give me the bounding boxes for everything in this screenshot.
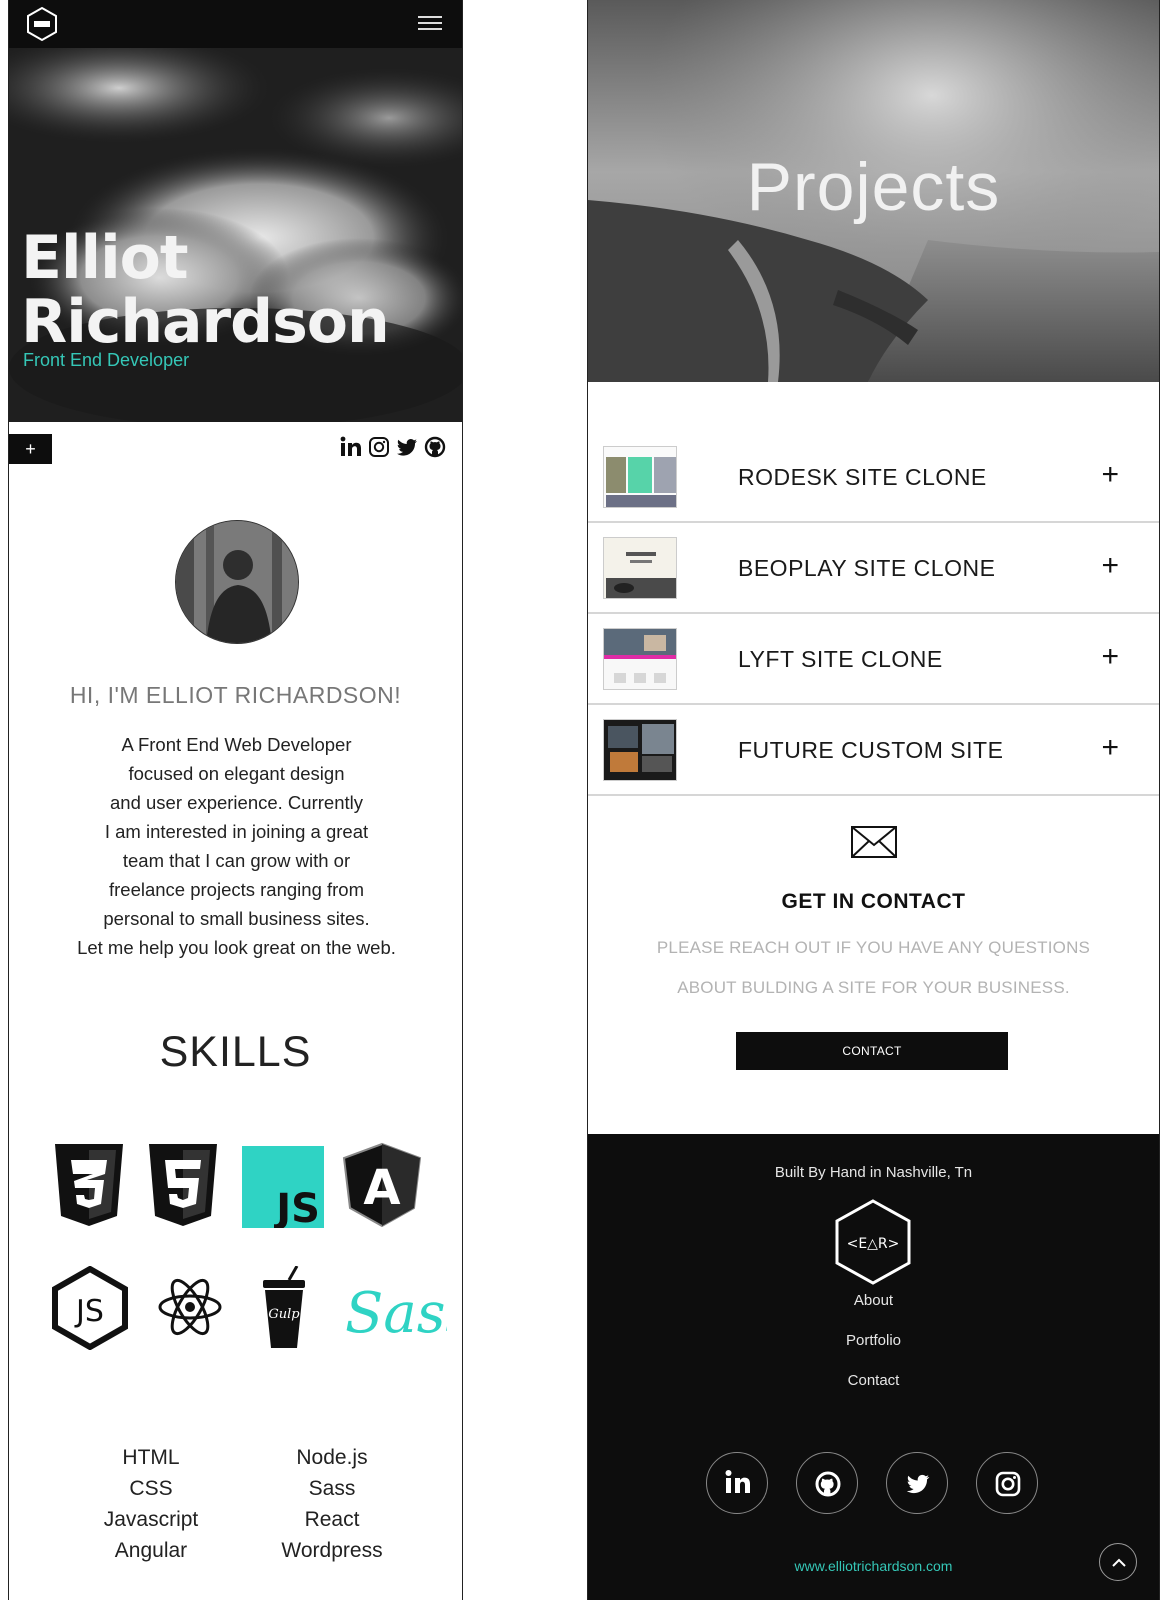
expand-plus-icon[interactable]: + — [1101, 549, 1119, 583]
css3-icon — [55, 1144, 123, 1226]
footer-instagram-button[interactable] — [976, 1452, 1038, 1514]
svg-text:<E△R>: <E△R> — [847, 1236, 900, 1252]
svg-text:A: A — [363, 1160, 400, 1216]
bio-paragraph: A Front End Web Developer focused on ele… — [77, 734, 396, 958]
project-row-beoplay[interactable]: BEOPLAY SITE CLONE + — [588, 523, 1159, 614]
mail-icon — [851, 826, 897, 858]
scroll-to-top-button[interactable] — [1099, 1543, 1137, 1581]
gulp-icon: Gulp — [263, 1266, 305, 1348]
project-thumbnail — [603, 628, 677, 690]
svg-text:Sass: Sass — [345, 1281, 447, 1346]
javascript-icon: JS — [242, 1146, 324, 1228]
expand-plus-icon[interactable]: + — [1101, 640, 1119, 674]
project-title: BEOPLAY SITE CLONE — [738, 555, 996, 581]
twitter-icon — [906, 1474, 930, 1494]
instagram-icon[interactable] — [368, 436, 390, 458]
contact-button[interactable]: CONTACT — [736, 1032, 1008, 1070]
angular-icon: A — [342, 1142, 422, 1228]
github-icon — [815, 1471, 841, 1497]
expand-plus-icon[interactable]: + — [1101, 458, 1119, 492]
chevron-up-icon — [1112, 1558, 1126, 1567]
built-by-text: Built By Hand in Nashville, Tn — [774, 1164, 973, 1181]
footer-linkedin-button[interactable] — [706, 1452, 768, 1514]
logo-icon[interactable]: <E△R> — [834, 1198, 912, 1286]
hero-name: Elliot Richardson — [21, 223, 390, 357]
avatar — [175, 520, 299, 644]
svg-text:JS: JS — [273, 1186, 320, 1228]
hero-banner: Elliot Richardson Front End Developer — [9, 48, 462, 422]
contact-description: PLEASE REACH OUT IF YOU HAVE ANY QUESTIO… — [656, 938, 1091, 997]
sub-toolbar: + — [9, 422, 462, 470]
intro-heading: HI, I'M ELLIOT RICHARDSON! — [69, 682, 402, 708]
project-title: LYFT SITE CLONE — [738, 646, 943, 672]
website-url-link[interactable]: www.elliotrichardson.com — [588, 1558, 1159, 1574]
project-thumbnail — [603, 446, 677, 508]
logo-icon[interactable] — [25, 6, 59, 42]
project-title: FUTURE CUSTOM SITE — [738, 737, 1004, 763]
footer: Built By Hand in Nashville, Tn <E△R> Abo… — [588, 1134, 1159, 1600]
footer-link-about[interactable]: About — [588, 1292, 1159, 1309]
nodejs-icon: JS — [52, 1266, 128, 1350]
html5-icon — [149, 1144, 217, 1226]
top-nav-bar — [9, 0, 462, 48]
projects-hero-banner: Projects — [588, 0, 1159, 382]
footer-twitter-button[interactable] — [886, 1452, 948, 1514]
footer-link-contact[interactable]: Contact — [588, 1372, 1159, 1389]
contact-heading: GET IN CONTACT — [781, 890, 966, 913]
footer-link-portfolio[interactable]: Portfolio — [588, 1332, 1159, 1349]
mobile-home-screen: Elliot Richardson Front End Developer + — [8, 0, 463, 1600]
skills-list-column-1: HTML CSS Javascript Angular — [103, 1446, 199, 1562]
twitter-icon[interactable] — [396, 436, 418, 458]
expand-plus-icon[interactable]: + — [1101, 731, 1119, 765]
github-icon[interactable] — [424, 436, 446, 458]
expand-button[interactable]: + — [9, 434, 52, 464]
svg-text:Gulp: Gulp — [268, 1307, 300, 1322]
project-thumbnail — [603, 719, 677, 781]
linkedin-icon[interactable] — [340, 436, 362, 458]
mobile-projects-screen: Projects RODESK SITE CLONE + BEOPLAY SIT… — [587, 0, 1160, 1600]
project-row-rodesk[interactable]: RODESK SITE CLONE + — [588, 432, 1159, 523]
hamburger-menu-icon[interactable] — [418, 16, 442, 32]
project-title: RODESK SITE CLONE — [738, 464, 987, 490]
skills-list-column-2: Node.js Sass React Wordpress — [281, 1446, 383, 1562]
project-row-future[interactable]: FUTURE CUSTOM SITE + — [588, 705, 1159, 796]
project-thumbnail — [603, 537, 677, 599]
react-icon — [158, 1278, 222, 1336]
projects-title: Projects — [746, 149, 1001, 225]
footer-github-button[interactable] — [796, 1452, 858, 1514]
skills-title: SKILLS — [159, 1028, 312, 1076]
sass-icon: Sass — [345, 1281, 447, 1346]
svg-text:JS: JS — [74, 1294, 104, 1329]
linkedin-icon — [725, 1470, 750, 1493]
instagram-icon — [995, 1471, 1021, 1497]
project-row-lyft[interactable]: LYFT SITE CLONE + — [588, 614, 1159, 705]
hero-role: Front End Developer — [23, 350, 190, 370]
social-links — [340, 436, 446, 458]
